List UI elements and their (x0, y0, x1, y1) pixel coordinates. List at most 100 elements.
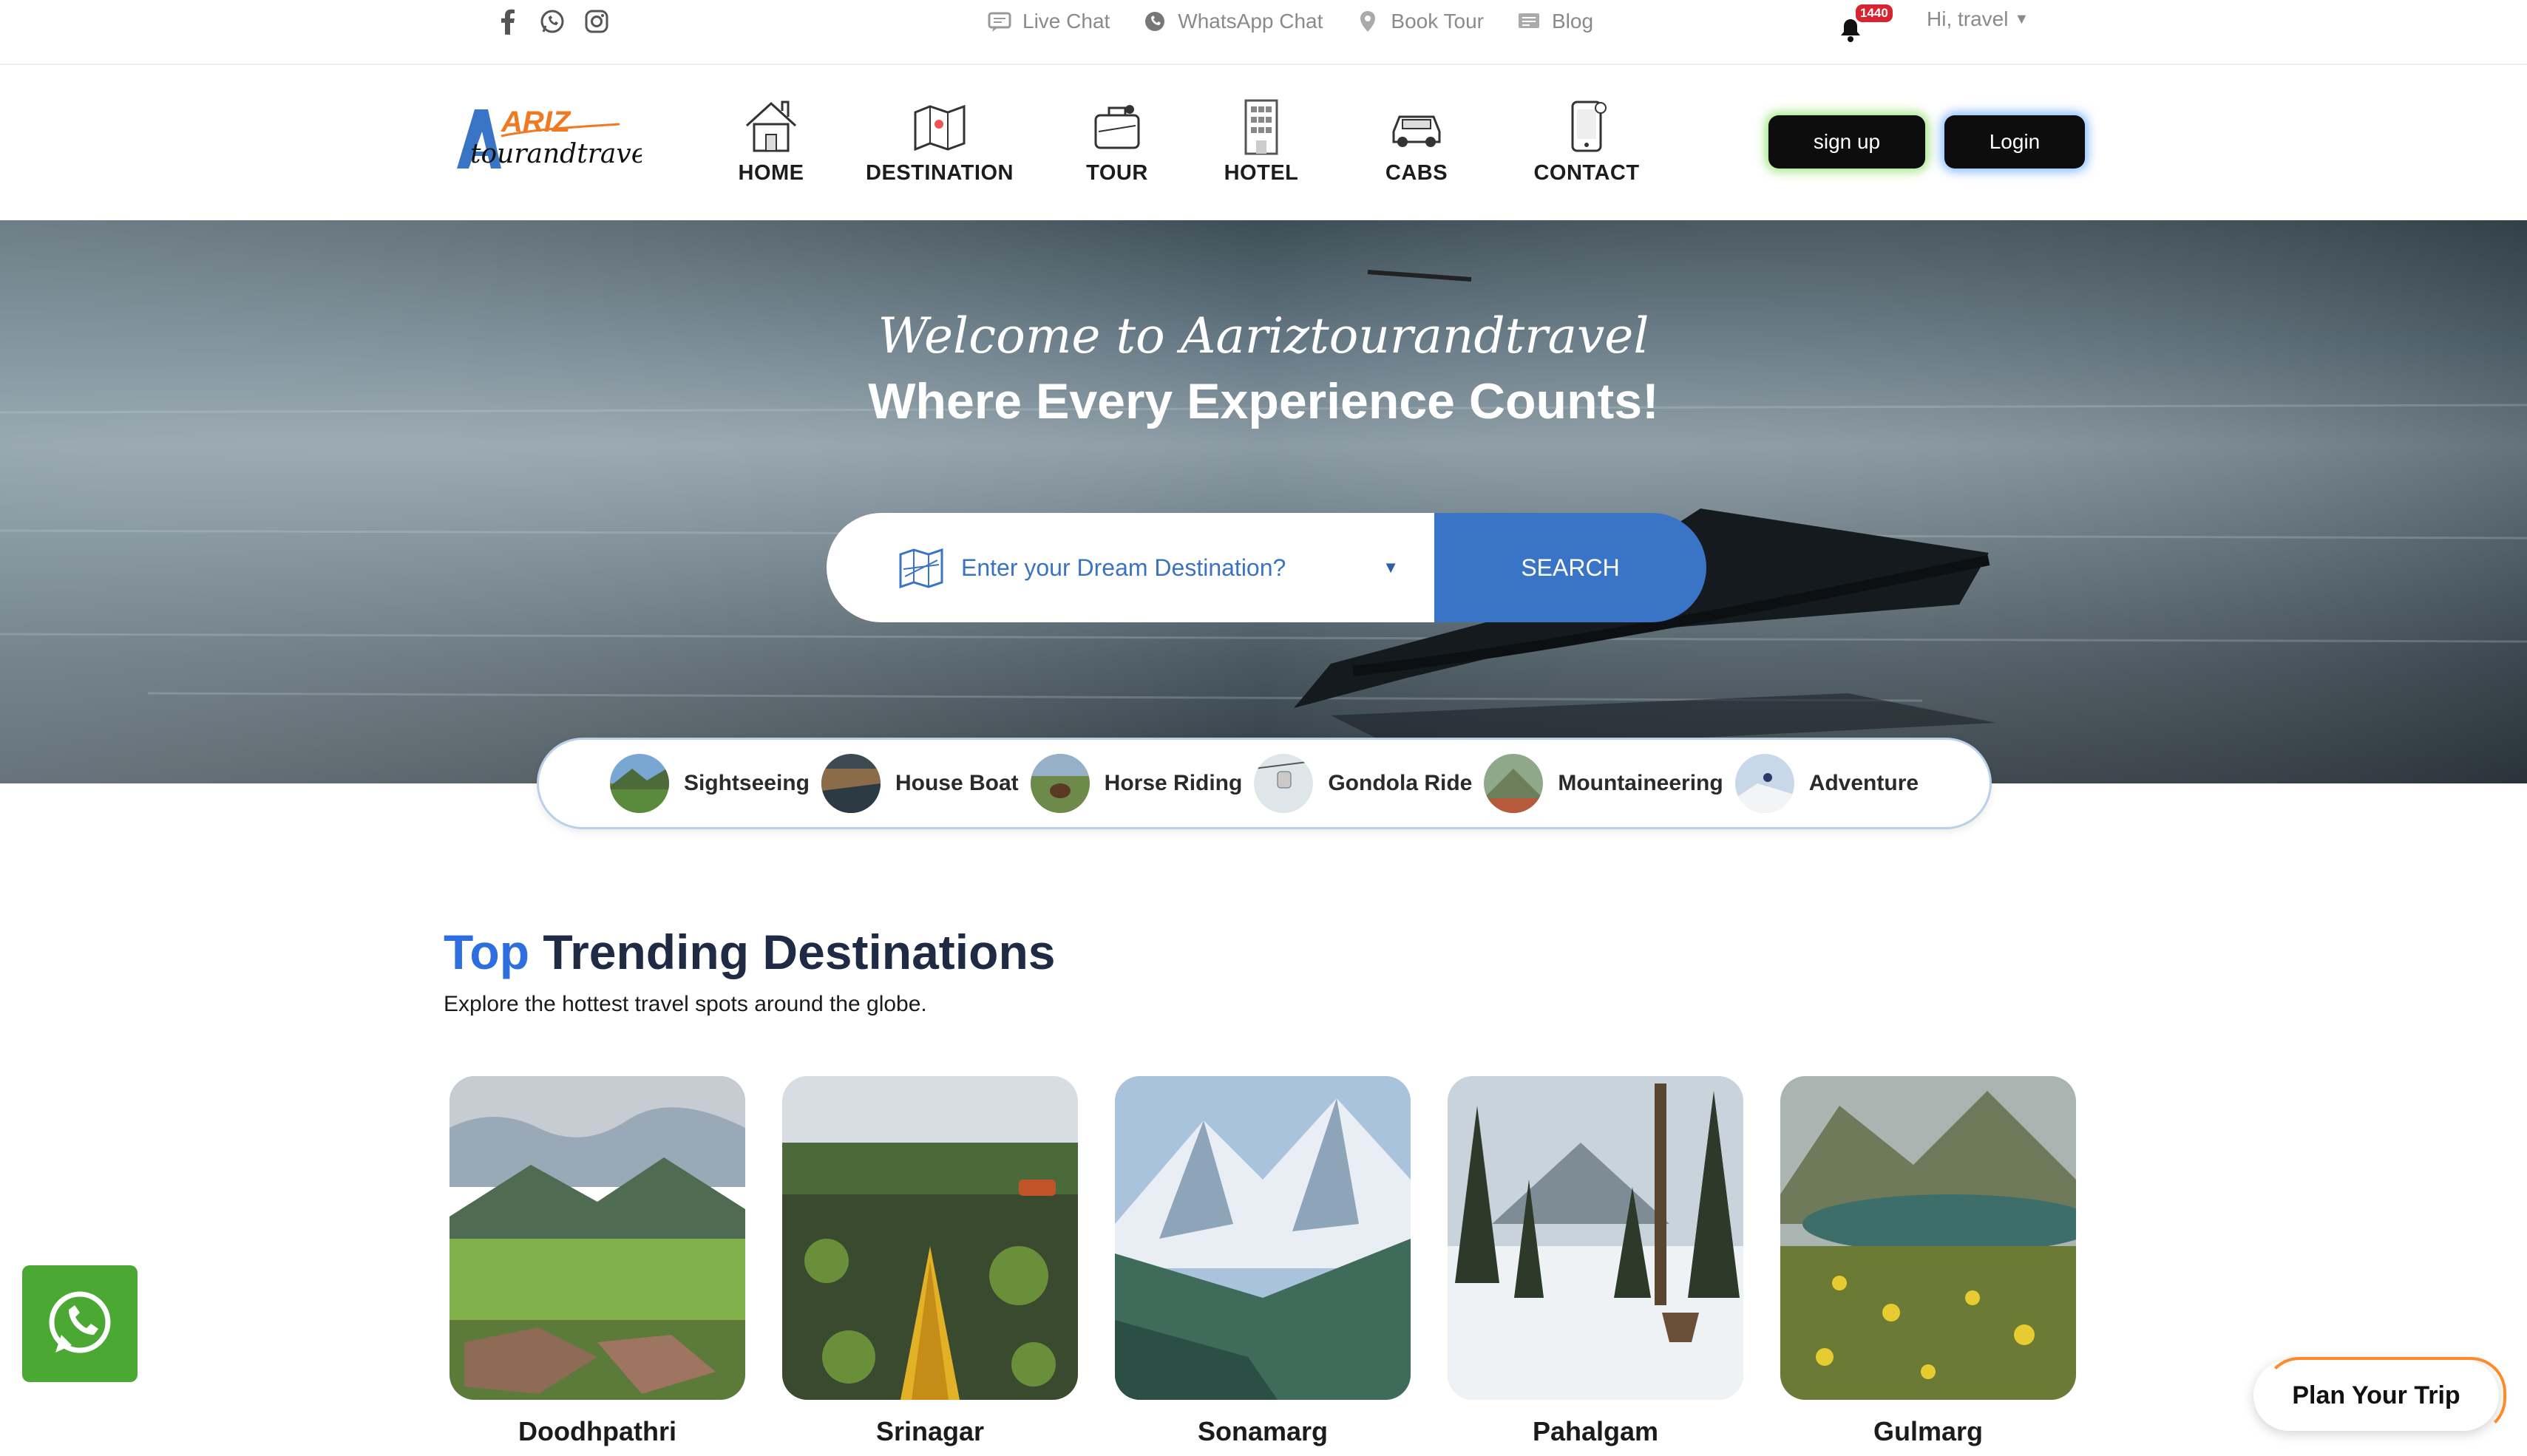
whatsapp-icon (49, 1291, 111, 1353)
destination-card-doodhpathri[interactable]: Doodhpathri (450, 1076, 745, 1447)
whatsapp-float-button[interactable] (22, 1265, 138, 1382)
destination-name: Srinagar (875, 1416, 985, 1446)
activity-label: House Boat (895, 771, 1019, 795)
mountaineering-thumbnail (1484, 754, 1544, 813)
hero-banner: Welcome to Aariztourandtravel Where Ever… (0, 220, 2527, 783)
user-menu[interactable]: Hi, travel ▼ (1927, 7, 2029, 31)
whatsapp-icon (1145, 12, 1165, 31)
destination-name: Sonamarg (1197, 1416, 1329, 1446)
social-links (494, 7, 611, 35)
activity-label: Adventure (1808, 771, 1919, 795)
notification-badge: 1440 (1856, 4, 1893, 22)
horse-riding-thumbnail (1030, 754, 1090, 813)
folded-map-icon (899, 548, 943, 588)
building-icon (1244, 99, 1278, 155)
gondola-ride-thumbnail (1254, 754, 1314, 813)
activity-house-boat[interactable]: House Boat (821, 754, 1019, 813)
trending-title-highlight: Top (444, 925, 530, 979)
book-tour-link[interactable]: Book Tour (1355, 9, 1484, 34)
activity-label: Sightseeing (683, 771, 810, 795)
destination-card-pahalgam[interactable]: Pahalgam (1448, 1076, 1743, 1447)
destination-name: Doodhpathri (518, 1416, 676, 1446)
activity-label: Mountaineering (1558, 771, 1723, 795)
suitcase-icon (1094, 105, 1140, 149)
activity-categories: Sightseeing House Boat Horse Riding Gond… (537, 738, 1992, 829)
nav-tour[interactable]: TOUR (1047, 95, 1187, 186)
activity-label: Horse Riding (1104, 771, 1243, 795)
house-icon (745, 101, 797, 152)
chevron-down-icon: ▼ (2014, 10, 2029, 27)
destination-image (782, 1076, 1078, 1400)
destination-card-srinagar[interactable]: Srinagar (782, 1076, 1078, 1447)
activity-gondola-ride[interactable]: Gondola Ride (1254, 754, 1472, 813)
nav-cabs-label: CABS (1385, 161, 1448, 185)
map-icon (914, 104, 966, 152)
nav-contact-label: CONTACT (1533, 161, 1640, 185)
bell-icon (1841, 19, 1860, 42)
chat-bubble-icon (988, 12, 1011, 32)
instagram-icon[interactable] (583, 7, 611, 35)
nav-contact[interactable]: CONTACT (1498, 95, 1675, 186)
blog-link[interactable]: Blog (1516, 9, 1593, 34)
phone-icon (1571, 101, 1607, 152)
sign-up-button[interactable]: sign up (1768, 115, 1925, 169)
activity-horse-riding[interactable]: Horse Riding (1030, 754, 1243, 813)
plan-your-trip-label: Plan Your Trip (2292, 1381, 2460, 1409)
house-boat-thumbnail (821, 754, 881, 813)
live-chat-label: Live Chat (1022, 10, 1110, 33)
blog-label: Blog (1551, 10, 1594, 33)
car-icon (1392, 115, 1441, 147)
destination-image (1115, 1076, 1411, 1400)
trending-subtitle: Explore the hottest travel spots around … (444, 992, 927, 1016)
whatsapp-chat-label: WhatsApp Chat (1178, 10, 1323, 33)
nav-home-label: HOME (738, 161, 804, 185)
destination-search: Enter your Dream Destination? ▼ SEARCH (827, 513, 1706, 622)
destination-image (1448, 1076, 1743, 1400)
hero-headline: Where Every Experience Counts! (868, 373, 1659, 429)
welcome-text: Welcome to Aariztourandtravel (878, 307, 1649, 364)
nav-tour-label: TOUR (1086, 161, 1148, 185)
nav-home[interactable]: HOME (710, 95, 832, 186)
destination-card-sonamarg[interactable]: Sonamarg (1115, 1076, 1411, 1447)
destination-select[interactable]: Enter your Dream Destination? ▼ (827, 513, 1434, 622)
destination-image (1780, 1076, 2076, 1400)
nav-hotel[interactable]: HOTEL (1187, 95, 1335, 186)
dropdown-caret-icon: ▼ (1383, 558, 1399, 576)
whatsapp-icon[interactable] (538, 7, 566, 35)
destination-name: Gulmarg (1873, 1416, 1984, 1446)
destination-card-gulmarg[interactable]: Gulmarg (1780, 1076, 2076, 1447)
facebook-icon[interactable] (494, 7, 522, 35)
user-greeting: Hi, travel (1927, 7, 2009, 30)
book-tour-label: Book Tour (1391, 10, 1484, 33)
nav-destination[interactable]: DESTINATION (832, 95, 1047, 186)
nav-destination-label: DESTINATION (866, 161, 1014, 185)
map-pin-icon (1360, 11, 1376, 32)
trending-title-rest: Trending Destinations (529, 925, 1056, 979)
trending-title: Top Trending Destinations (444, 924, 1055, 980)
plan-your-trip-button[interactable]: Plan Your Trip (2253, 1357, 2506, 1434)
nav-cabs[interactable]: CABS (1335, 95, 1498, 186)
logo-bottom-text: tourandtravel (470, 139, 642, 169)
activity-sightseeing[interactable]: Sightseeing (609, 754, 810, 813)
nav-items: HOME DESTINATION TOUR HOTEL CABS CONTACT (710, 95, 1675, 186)
destination-name: Pahalgam (1532, 1416, 1659, 1446)
top-links: Live Chat WhatsApp Chat Book Tour Blog (987, 9, 1593, 34)
notification-bell[interactable]: 1440 (1839, 4, 1893, 42)
top-utility-bar: Live Chat WhatsApp Chat Book Tour Blog 1… (0, 0, 2527, 65)
destination-placeholder: Enter your Dream Destination? (961, 554, 1286, 581)
search-button[interactable]: SEARCH (1434, 513, 1706, 622)
main-navigation: ARIZ tourandtravel HOME DESTINATION TOUR… (0, 67, 2527, 220)
sightseeing-thumbnail (609, 754, 669, 813)
whatsapp-chat-link[interactable]: WhatsApp Chat (1142, 9, 1323, 34)
destination-cards: Doodhpathri Srinagar Sonamarg Pahalgam G… (450, 1076, 2076, 1447)
live-chat-link[interactable]: Live Chat (987, 9, 1110, 34)
activity-label: Gondola Ride (1328, 771, 1473, 795)
nav-hotel-label: HOTEL (1224, 161, 1299, 185)
activity-adventure[interactable]: Adventure (1734, 754, 1919, 813)
adventure-thumbnail (1734, 754, 1794, 813)
site-logo[interactable]: ARIZ tourandtravel (450, 102, 656, 176)
activity-mountaineering[interactable]: Mountaineering (1484, 754, 1723, 813)
blog-icon (1518, 13, 1539, 28)
login-button[interactable]: Login (1944, 115, 2085, 169)
lake-background-image (0, 220, 2527, 783)
